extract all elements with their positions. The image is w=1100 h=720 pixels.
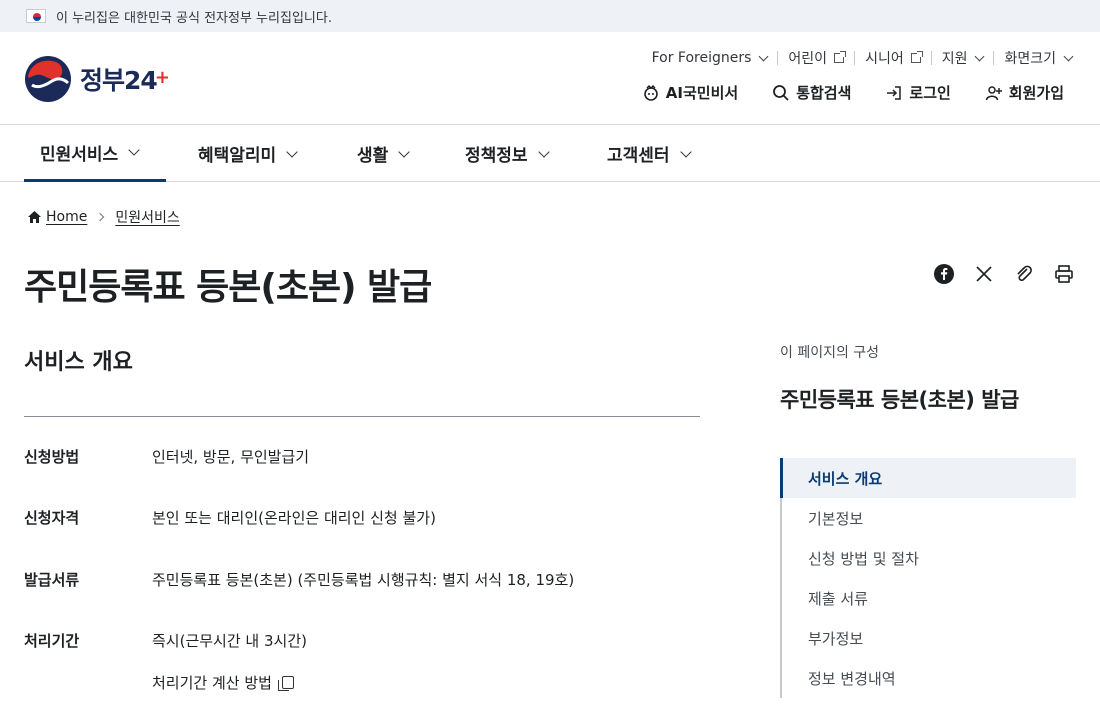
toc-item-basic-info[interactable]: 기본정보 (782, 498, 1076, 538)
screen-size-menu[interactable]: 화면크기 (1004, 48, 1074, 68)
toc-item-overview[interactable]: 서비스 개요 (780, 458, 1076, 498)
info-value: 인터넷, 방문, 무인발급기 (152, 448, 310, 466)
logo[interactable]: 정부24+ (24, 55, 170, 103)
nav-benefit-alert[interactable]: 혜택알리미 (198, 125, 298, 182)
search-icon (773, 84, 789, 101)
divider (777, 51, 779, 65)
senior-link[interactable]: 시니어 (865, 48, 923, 68)
chevron-down-icon (1063, 51, 1074, 61)
header: 정부24+ For Foreigners 어린이 시니어 지원 화면크기 AI국… (0, 32, 1100, 125)
for-foreigners-link[interactable]: For Foreigners (652, 50, 769, 66)
search-button[interactable]: 통합검색 (772, 82, 851, 103)
taeguk-logo-icon (24, 55, 72, 103)
toc-item-procedure[interactable]: 신청 방법 및 절차 (782, 538, 1076, 578)
nav-civil-service[interactable]: 민원서비스 (24, 125, 166, 182)
breadcrumb-home-link[interactable]: Home (46, 209, 87, 225)
facebook-share-button[interactable] (934, 264, 954, 284)
ai-assistant-button[interactable]: AI국민비서 (642, 82, 738, 103)
utility-links: For Foreigners 어린이 시니어 지원 화면크기 (652, 48, 1074, 68)
logo-text: 정부24+ (80, 66, 170, 95)
info-row-eligibility: 신청자격 본인 또는 대리인(온라인은 대리인 신청 불가) (24, 507, 436, 528)
info-row-documents: 발급서류 주민등록표 등본(초본) (주민등록법 시행규칙: 별지 서식 18,… (24, 569, 574, 590)
info-value: 즉시(근무시간 내 3시간) (152, 632, 307, 650)
main-navigation: 민원서비스 혜택알리미 생활 정책정보 고객센터 (0, 125, 1100, 182)
korean-flag-icon (26, 9, 46, 23)
breadcrumb: Home 민원서비스 (28, 207, 180, 227)
nav-policy-info[interactable]: 정책정보 (465, 125, 550, 182)
copy-link-button[interactable] (1014, 264, 1034, 284)
info-value: 주민등록표 등본(초본) (주민등록법 시행규칙: 별지 서식 18, 19호) (152, 571, 575, 589)
gov-banner: 이 누리집은 대한민국 공식 전자정부 누리집입니다. (0, 0, 1100, 32)
divider (854, 51, 856, 65)
breadcrumb-current-link[interactable]: 민원서비스 (115, 207, 179, 227)
kids-link[interactable]: 어린이 (788, 48, 847, 68)
info-label: 신청방법 (24, 448, 80, 466)
chevron-down-icon (537, 145, 550, 158)
support-menu[interactable]: 지원 (942, 48, 985, 68)
info-label: 처리기간 (24, 632, 80, 650)
divider (993, 51, 995, 65)
toc-title: 주민등록표 등본(초본) 발급 (780, 388, 1019, 412)
section-divider (24, 416, 700, 417)
chevron-down-icon (975, 51, 985, 61)
popup-icon (277, 675, 294, 691)
facebook-icon (934, 264, 954, 284)
chevron-down-icon (128, 144, 140, 156)
nav-customer-center[interactable]: 고객센터 (607, 125, 692, 182)
toc-item-additional-info[interactable]: 부가정보 (782, 618, 1076, 658)
section-title: 서비스 개요 (24, 350, 133, 375)
chevron-down-icon (679, 145, 692, 158)
toc-item-change-history[interactable]: 정보 변경내역 (782, 658, 1076, 698)
gov-banner-text: 이 누리집은 대한민국 공식 전자정부 누리집입니다. (56, 10, 332, 26)
x-share-button[interactable] (974, 264, 994, 284)
external-link-icon (834, 51, 847, 63)
home-icon (28, 211, 41, 223)
page-title: 주민등록표 등본(초본) 발급 (24, 267, 432, 308)
chevron-down-icon (758, 51, 769, 61)
print-button[interactable] (1054, 264, 1074, 284)
header-actions: AI국민비서 통합검색 로그인 회원가입 (642, 82, 1064, 103)
info-row-method: 신청방법 인터넷, 방문, 무인발급기 (24, 446, 309, 467)
chevron-down-icon (286, 145, 298, 158)
nav-life[interactable]: 생활 (357, 125, 410, 182)
print-icon (1055, 265, 1073, 283)
toc-list: 서비스 개요 기본정보 신청 방법 및 절차 제출 서류 부가정보 정보 변경내… (780, 458, 1076, 698)
info-value: 본인 또는 대리인(온라인은 대리인 신청 불가) (152, 509, 436, 527)
chevron-right-icon (96, 212, 105, 222)
share-tools (934, 264, 1074, 284)
login-icon (887, 85, 902, 100)
x-icon (976, 266, 992, 282)
signup-icon (985, 85, 1002, 100)
divider (930, 51, 932, 65)
toc-caption: 이 페이지의 구성 (780, 345, 880, 361)
processing-time-calc-link[interactable]: 처리기간 계산 방법 (152, 672, 294, 693)
ai-assistant-icon (643, 84, 658, 101)
signup-button[interactable]: 회원가입 (985, 82, 1064, 103)
info-label: 발급서류 (24, 571, 80, 589)
login-button[interactable]: 로그인 (885, 82, 951, 103)
external-link-icon (910, 51, 923, 63)
link-icon (1017, 265, 1032, 282)
chevron-down-icon (398, 145, 410, 158)
info-row-processing-time: 처리기간 즉시(근무시간 내 3시간) (24, 630, 307, 651)
info-label: 신청자격 (24, 509, 80, 527)
toc-item-documents[interactable]: 제출 서류 (782, 578, 1076, 618)
